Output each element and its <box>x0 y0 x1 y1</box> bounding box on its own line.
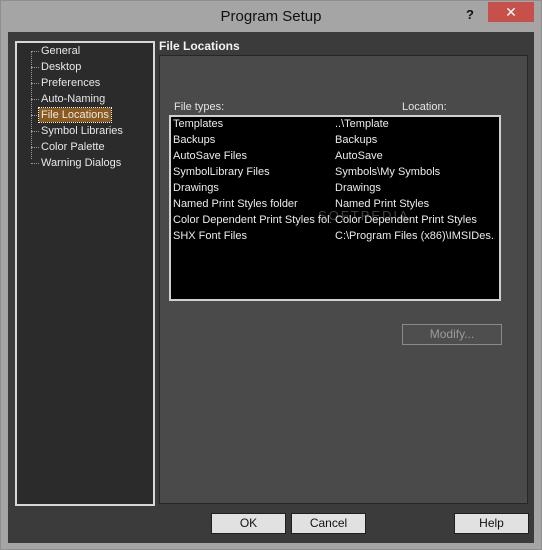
tree-connector <box>31 99 39 100</box>
modify-button[interactable]: Modify... <box>402 324 502 345</box>
list-item[interactable]: SHX Font Files C:\Program Files (x86)\IM… <box>171 229 499 245</box>
location-cell: Symbols\My Symbols <box>335 166 441 178</box>
list-item[interactable]: Color Dependent Print Styles fol... Colo… <box>171 213 499 229</box>
file-type-cell: Drawings <box>173 182 219 194</box>
tree-connector <box>31 83 39 84</box>
location-cell: Color Dependent Print Styles <box>335 214 477 226</box>
location-cell: Backups <box>335 134 378 146</box>
file-locations-list[interactable]: Templates ..\Template Backups Backups Au… <box>169 115 501 301</box>
tree-item-preferences[interactable]: Preferences <box>39 76 102 90</box>
close-button[interactable]: ✕ <box>488 2 534 22</box>
file-type-cell: Named Print Styles folder <box>173 198 298 210</box>
file-type-cell: Backups <box>173 134 216 146</box>
tree-item-color-palette[interactable]: Color Palette <box>39 140 107 154</box>
help-button[interactable]: Help <box>454 513 529 534</box>
tree-connector <box>31 163 39 164</box>
location-cell: ..\Template <box>335 118 389 130</box>
close-icon: ✕ <box>505 4 517 20</box>
cancel-button[interactable]: Cancel <box>291 513 366 534</box>
tree-item-desktop[interactable]: Desktop <box>39 60 83 74</box>
tree-item-general[interactable]: General <box>39 44 82 58</box>
list-item[interactable]: Drawings Drawings <box>171 181 499 197</box>
tree-connector <box>31 147 39 148</box>
list-item[interactable]: AutoSave Files AutoSave <box>171 149 499 165</box>
file-type-cell: Color Dependent Print Styles fol... <box>173 214 331 226</box>
tree-item-warning-dialogs[interactable]: Warning Dialogs <box>39 156 123 170</box>
list-item[interactable]: Backups Backups <box>171 133 499 149</box>
help-title-button[interactable]: ? <box>460 6 480 24</box>
list-item[interactable]: Named Print Styles folder Named Print St… <box>171 197 499 213</box>
tree-connector <box>31 67 39 68</box>
tree-connector <box>31 115 39 116</box>
tree-item-auto-naming[interactable]: Auto-Naming <box>39 92 107 106</box>
file-type-cell: SymbolLibrary Files <box>173 166 270 178</box>
location-cell: AutoSave <box>335 150 383 162</box>
ok-button[interactable]: OK <box>211 513 286 534</box>
program-setup-window: Program Setup ? ✕ General Desktop Prefer… <box>0 0 542 550</box>
dialog-client-area: General Desktop Preferences Auto-Naming … <box>8 32 534 543</box>
file-type-cell: Templates <box>173 118 224 130</box>
tree-connector <box>31 131 39 132</box>
tree-item-file-locations[interactable]: File Locations <box>38 107 112 123</box>
location-cell: Drawings <box>335 182 381 194</box>
title-bar[interactable]: Program Setup ? ✕ <box>1 1 541 32</box>
location-cell: Named Print Styles <box>335 198 430 210</box>
settings-tree: General Desktop Preferences Auto-Naming … <box>15 41 155 506</box>
list-item[interactable]: SymbolLibrary Files Symbols\My Symbols <box>171 165 499 181</box>
location-cell: C:\Program Files (x86)\IMSIDes... <box>335 230 495 242</box>
tree-connector <box>31 51 39 52</box>
file-type-cell: AutoSave Files <box>173 150 247 162</box>
file-type-cell: SHX Font Files <box>173 230 247 242</box>
file-types-label: File types: <box>174 101 225 113</box>
tree-item-symbol-libraries[interactable]: Symbol Libraries <box>39 124 125 138</box>
location-label: Location: <box>402 101 447 113</box>
list-item[interactable]: Templates ..\Template <box>171 117 499 133</box>
file-locations-panel: File types: Location: Templates ..\Templ… <box>159 55 528 504</box>
panel-title: File Locations <box>159 39 240 53</box>
